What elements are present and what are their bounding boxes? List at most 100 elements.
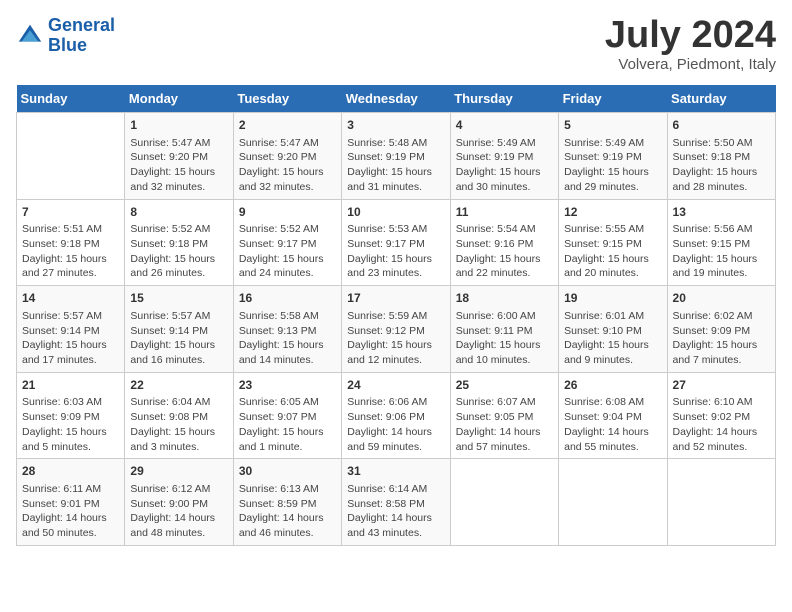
cell-content: Sunrise: 6:01 AM Sunset: 9:10 PM Dayligh… xyxy=(564,309,661,368)
cell-content: Sunrise: 5:58 AM Sunset: 9:13 PM Dayligh… xyxy=(239,309,336,368)
cell-content: Sunrise: 6:07 AM Sunset: 9:05 PM Dayligh… xyxy=(456,395,553,454)
calendar-cell: 11Sunrise: 5:54 AM Sunset: 9:16 PM Dayli… xyxy=(450,199,558,286)
cell-content: Sunrise: 5:50 AM Sunset: 9:18 PM Dayligh… xyxy=(673,136,770,195)
day-number: 3 xyxy=(347,117,444,134)
day-number: 17 xyxy=(347,290,444,307)
calendar-cell: 18 Sunrise: 6:00 AM Sunset: 9:11 PM Dayli… xyxy=(450,286,558,373)
weekday-header-tuesday: Tuesday xyxy=(233,85,341,113)
calendar-cell xyxy=(450,459,558,546)
day-number: 22 xyxy=(130,377,227,394)
title-block: July 2024 Volvera, Piedmont, Italy xyxy=(605,16,776,73)
logo: General Blue xyxy=(16,16,115,56)
weekday-header-wednesday: Wednesday xyxy=(342,85,450,113)
cell-content: Sunrise: 6:14 AM Sunset: 8:58 PM Dayligh… xyxy=(347,482,444,541)
calendar-cell: 4 Sunrise: 5:49 AM Sunset: 9:19 PM Daylig… xyxy=(450,113,558,200)
day-number: 24 xyxy=(347,377,444,394)
calendar-cell: 28Sunrise: 6:11 AM Sunset: 9:01 PM Dayli… xyxy=(17,459,125,546)
day-number: 4 xyxy=(456,117,553,134)
calendar-cell: 12Sunrise: 5:55 AM Sunset: 9:15 PM Dayli… xyxy=(559,199,667,286)
cell-content: Sunrise: 6:00 AM Sunset: 9:11 PM Dayligh… xyxy=(456,309,553,368)
cell-content: Sunrise: 5:57 AM Sunset: 9:14 PM Dayligh… xyxy=(22,309,119,368)
calendar-cell: 1 Sunrise: 5:47 AM Sunset: 9:20 PM Daylig… xyxy=(125,113,233,200)
day-number: 21 xyxy=(22,377,119,394)
calendar-table: SundayMondayTuesdayWednesdayThursdayFrid… xyxy=(16,85,776,546)
week-row-3: 14 Sunrise: 5:57 AM Sunset: 9:14 PM Dayli… xyxy=(17,286,776,373)
calendar-cell xyxy=(559,459,667,546)
day-number: 18 xyxy=(456,290,553,307)
cell-content: Sunrise: 5:56 AM Sunset: 9:15 PM Dayligh… xyxy=(673,222,770,281)
week-row-1: 1 Sunrise: 5:47 AM Sunset: 9:20 PM Daylig… xyxy=(17,113,776,200)
day-number: 15 xyxy=(130,290,227,307)
calendar-cell xyxy=(17,113,125,200)
calendar-body: 1 Sunrise: 5:47 AM Sunset: 9:20 PM Daylig… xyxy=(17,113,776,546)
day-number: 29 xyxy=(130,463,227,480)
day-number: 1 xyxy=(130,117,227,134)
day-number: 11 xyxy=(456,204,553,221)
logo-icon xyxy=(16,22,44,50)
calendar-cell: 21Sunrise: 6:03 AM Sunset: 9:09 PM Dayli… xyxy=(17,372,125,459)
cell-content: Sunrise: 5:55 AM Sunset: 9:15 PM Dayligh… xyxy=(564,222,661,281)
calendar-cell: 7Sunrise: 5:51 AM Sunset: 9:18 PM Daylig… xyxy=(17,199,125,286)
cell-content: Sunrise: 6:08 AM Sunset: 9:04 PM Dayligh… xyxy=(564,395,661,454)
cell-content: Sunrise: 6:12 AM Sunset: 9:00 PM Dayligh… xyxy=(130,482,227,541)
weekday-header-saturday: Saturday xyxy=(667,85,775,113)
weekday-header-sunday: Sunday xyxy=(17,85,125,113)
calendar-cell: 5Sunrise: 5:49 AM Sunset: 9:19 PM Daylig… xyxy=(559,113,667,200)
calendar-cell: 26Sunrise: 6:08 AM Sunset: 9:04 PM Dayli… xyxy=(559,372,667,459)
cell-content: Sunrise: 5:59 AM Sunset: 9:12 PM Dayligh… xyxy=(347,309,444,368)
calendar-cell: 27Sunrise: 6:10 AM Sunset: 9:02 PM Dayli… xyxy=(667,372,775,459)
calendar-cell xyxy=(667,459,775,546)
day-number: 31 xyxy=(347,463,444,480)
cell-content: Sunrise: 5:51 AM Sunset: 9:18 PM Dayligh… xyxy=(22,222,119,281)
calendar-cell: 23Sunrise: 6:05 AM Sunset: 9:07 PM Dayli… xyxy=(233,372,341,459)
calendar-cell: 6Sunrise: 5:50 AM Sunset: 9:18 PM Daylig… xyxy=(667,113,775,200)
calendar-cell: 9Sunrise: 5:52 AM Sunset: 9:17 PM Daylig… xyxy=(233,199,341,286)
cell-content: Sunrise: 5:52 AM Sunset: 9:17 PM Dayligh… xyxy=(239,222,336,281)
day-number: 27 xyxy=(673,377,770,394)
cell-content: Sunrise: 5:54 AM Sunset: 9:16 PM Dayligh… xyxy=(456,222,553,281)
day-number: 8 xyxy=(130,204,227,221)
cell-content: Sunrise: 6:03 AM Sunset: 9:09 PM Dayligh… xyxy=(22,395,119,454)
weekday-header-friday: Friday xyxy=(559,85,667,113)
calendar-cell: 10Sunrise: 5:53 AM Sunset: 9:17 PM Dayli… xyxy=(342,199,450,286)
cell-content: Sunrise: 5:47 AM Sunset: 9:20 PM Dayligh… xyxy=(239,136,336,195)
calendar-cell: 2 Sunrise: 5:47 AM Sunset: 9:20 PM Daylig… xyxy=(233,113,341,200)
cell-content: Sunrise: 5:53 AM Sunset: 9:17 PM Dayligh… xyxy=(347,222,444,281)
cell-content: Sunrise: 6:10 AM Sunset: 9:02 PM Dayligh… xyxy=(673,395,770,454)
cell-content: Sunrise: 6:13 AM Sunset: 8:59 PM Dayligh… xyxy=(239,482,336,541)
calendar-cell: 16 Sunrise: 5:58 AM Sunset: 9:13 PM Dayli… xyxy=(233,286,341,373)
calendar-cell: 3 Sunrise: 5:48 AM Sunset: 9:19 PM Daylig… xyxy=(342,113,450,200)
month-year: July 2024 xyxy=(605,16,776,54)
weekday-header-monday: Monday xyxy=(125,85,233,113)
cell-content: Sunrise: 5:47 AM Sunset: 9:20 PM Dayligh… xyxy=(130,136,227,195)
calendar-header: SundayMondayTuesdayWednesdayThursdayFrid… xyxy=(17,85,776,113)
calendar-cell: 17 Sunrise: 5:59 AM Sunset: 9:12 PM Dayli… xyxy=(342,286,450,373)
calendar-cell: 31 Sunrise: 6:14 AM Sunset: 8:58 PM Dayli… xyxy=(342,459,450,546)
calendar-cell: 19 Sunrise: 6:01 AM Sunset: 9:10 PM Dayli… xyxy=(559,286,667,373)
day-number: 25 xyxy=(456,377,553,394)
day-number: 13 xyxy=(673,204,770,221)
week-row-4: 21Sunrise: 6:03 AM Sunset: 9:09 PM Dayli… xyxy=(17,372,776,459)
day-number: 14 xyxy=(22,290,119,307)
page-header: General Blue July 2024 Volvera, Piedmont… xyxy=(16,16,776,73)
week-row-5: 28Sunrise: 6:11 AM Sunset: 9:01 PM Dayli… xyxy=(17,459,776,546)
day-number: 20 xyxy=(673,290,770,307)
cell-content: Sunrise: 5:49 AM Sunset: 9:19 PM Dayligh… xyxy=(456,136,553,195)
day-number: 16 xyxy=(239,290,336,307)
day-number: 19 xyxy=(564,290,661,307)
cell-content: Sunrise: 6:02 AM Sunset: 9:09 PM Dayligh… xyxy=(673,309,770,368)
calendar-cell: 29 Sunrise: 6:12 AM Sunset: 9:00 PM Dayli… xyxy=(125,459,233,546)
cell-content: Sunrise: 6:06 AM Sunset: 9:06 PM Dayligh… xyxy=(347,395,444,454)
cell-content: Sunrise: 5:57 AM Sunset: 9:14 PM Dayligh… xyxy=(130,309,227,368)
logo-text: General Blue xyxy=(48,16,115,56)
weekday-header-thursday: Thursday xyxy=(450,85,558,113)
day-number: 28 xyxy=(22,463,119,480)
calendar-cell: 30Sunrise: 6:13 AM Sunset: 8:59 PM Dayli… xyxy=(233,459,341,546)
location: Volvera, Piedmont, Italy xyxy=(605,56,776,73)
cell-content: Sunrise: 5:52 AM Sunset: 9:18 PM Dayligh… xyxy=(130,222,227,281)
day-number: 2 xyxy=(239,117,336,134)
weekday-header-row: SundayMondayTuesdayWednesdayThursdayFrid… xyxy=(17,85,776,113)
day-number: 7 xyxy=(22,204,119,221)
cell-content: Sunrise: 5:48 AM Sunset: 9:19 PM Dayligh… xyxy=(347,136,444,195)
week-row-2: 7Sunrise: 5:51 AM Sunset: 9:18 PM Daylig… xyxy=(17,199,776,286)
